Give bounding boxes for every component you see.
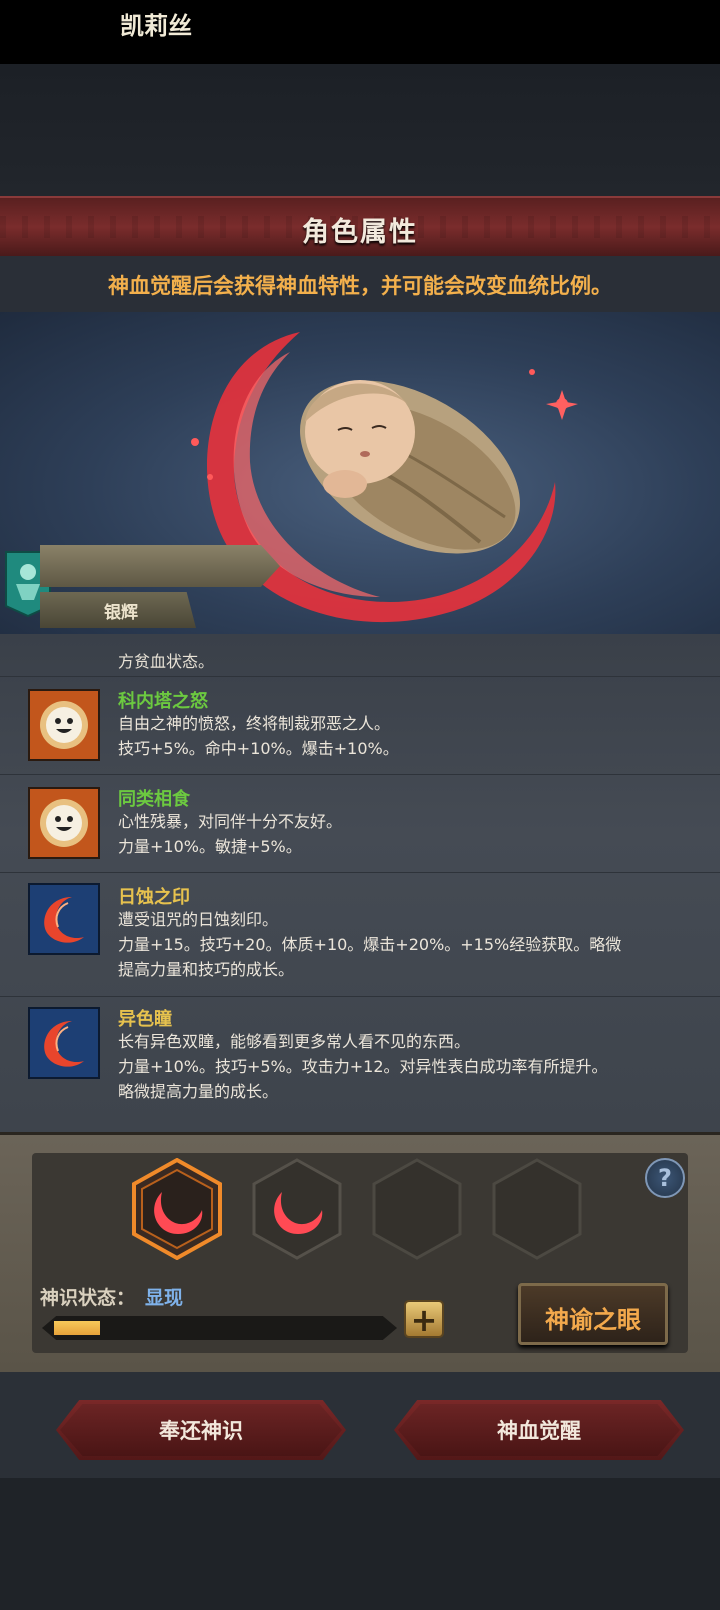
add-divine-button[interactable]: + <box>404 1300 444 1338</box>
trait-name: 科内塔之怒 <box>118 691 208 712</box>
divine-progress-fill <box>54 1321 100 1335</box>
info-bar: 神血觉醒后会获得神血特性，并可能会改变血统比例。 <box>0 256 720 312</box>
blood-awaken-label: 神血觉醒 <box>497 1419 581 1443</box>
divine-slot-filled[interactable] <box>252 1158 342 1260</box>
panel-title: 角色属性 <box>302 217 418 248</box>
trait-name: 异色瞳 <box>118 1009 172 1030</box>
trait-list[interactable]: 方贫血状态。 科内塔之怒 自由之神的愤怒，终将制裁邪恶之人。 技巧+5%。命中+… <box>0 634 720 1132</box>
divine-slot-empty[interactable] <box>372 1158 462 1260</box>
oracle-eye-label: 神谕之眼 <box>545 1306 641 1334</box>
trait-item[interactable]: 科内塔之怒 自由之神的愤怒，终将制裁邪恶之人。 技巧+5%。命中+10%。爆击+… <box>0 676 720 774</box>
return-divine-button[interactable]: 奉还神识 <box>56 1400 346 1460</box>
trait-desc-line: 心性残暴，对同伴十分不友好。 <box>118 812 343 831</box>
return-divine-label: 奉还神识 <box>159 1419 243 1443</box>
blood-awaken-button[interactable]: 神血觉醒 <box>394 1400 684 1460</box>
trait-desc-line: 技巧+5%。命中+10%。爆击+10%。 <box>118 739 399 758</box>
trait-desc-line: 遭受诅咒的日蚀刻印。 <box>118 910 279 929</box>
smiley-icon <box>28 689 100 761</box>
panel-header: 角色属性 <box>0 196 720 256</box>
trait-name: 同类相食 <box>118 789 190 810</box>
trait-item[interactable]: 异色瞳 长有异色双瞳，能够看到更多常人看不见的东西。 力量+10%。技巧+5%。… <box>0 996 720 1132</box>
divine-state-value: 显现 <box>145 1287 184 1309</box>
character-title: 银辉 <box>104 603 138 623</box>
trait-fragment: 方贫血状态。 <box>118 652 215 671</box>
top-bar <box>0 0 720 64</box>
footer-background <box>0 1478 720 1610</box>
trait-desc-line: 力量+15。技巧+20。体质+10。爆击+20%。+15%经验获取。略微 <box>118 935 622 954</box>
awakening-hint: 神血觉醒后会获得神血特性，并可能会改变血统比例。 <box>108 274 612 298</box>
trait-desc-line: 提高力量和技巧的成长。 <box>118 960 295 979</box>
character-name: 凯莉丝 <box>120 12 192 40</box>
smiley-icon <box>28 787 100 859</box>
divine-state-label: 神识状态： <box>40 1287 136 1309</box>
divine-slot-empty[interactable] <box>492 1158 582 1260</box>
trait-item[interactable]: 同类相食 心性残暴，对同伴十分不友好。 力量+10%。敏捷+5%。 <box>0 774 720 872</box>
trait-desc-line: 略微提高力量的成长。 <box>118 1082 279 1101</box>
trait-desc-line: 自由之神的愤怒，终将制裁邪恶之人。 <box>118 714 391 733</box>
trait-desc-line: 长有异色双瞳，能够看到更多常人看不见的东西。 <box>118 1032 471 1051</box>
help-button[interactable]: ? <box>645 1158 685 1198</box>
trait-name: 日蚀之印 <box>118 887 190 908</box>
trait-desc-line: 力量+10%。技巧+5%。攻击力+12。对异性表白成功率有所提升。 <box>118 1057 608 1076</box>
trait-desc-line: 力量+10%。敏捷+5%。 <box>118 837 302 856</box>
crescent-icon <box>28 1007 100 1079</box>
divine-slot-active[interactable] <box>132 1158 222 1260</box>
trait-item[interactable]: 日蚀之印 遭受诅咒的日蚀刻印。 力量+15。技巧+20。体质+10。爆击+20%… <box>0 872 720 996</box>
oracle-eye-button[interactable]: 神谕之眼 <box>518 1283 668 1345</box>
character-name-banner <box>0 545 280 589</box>
crescent-icon <box>28 883 100 955</box>
